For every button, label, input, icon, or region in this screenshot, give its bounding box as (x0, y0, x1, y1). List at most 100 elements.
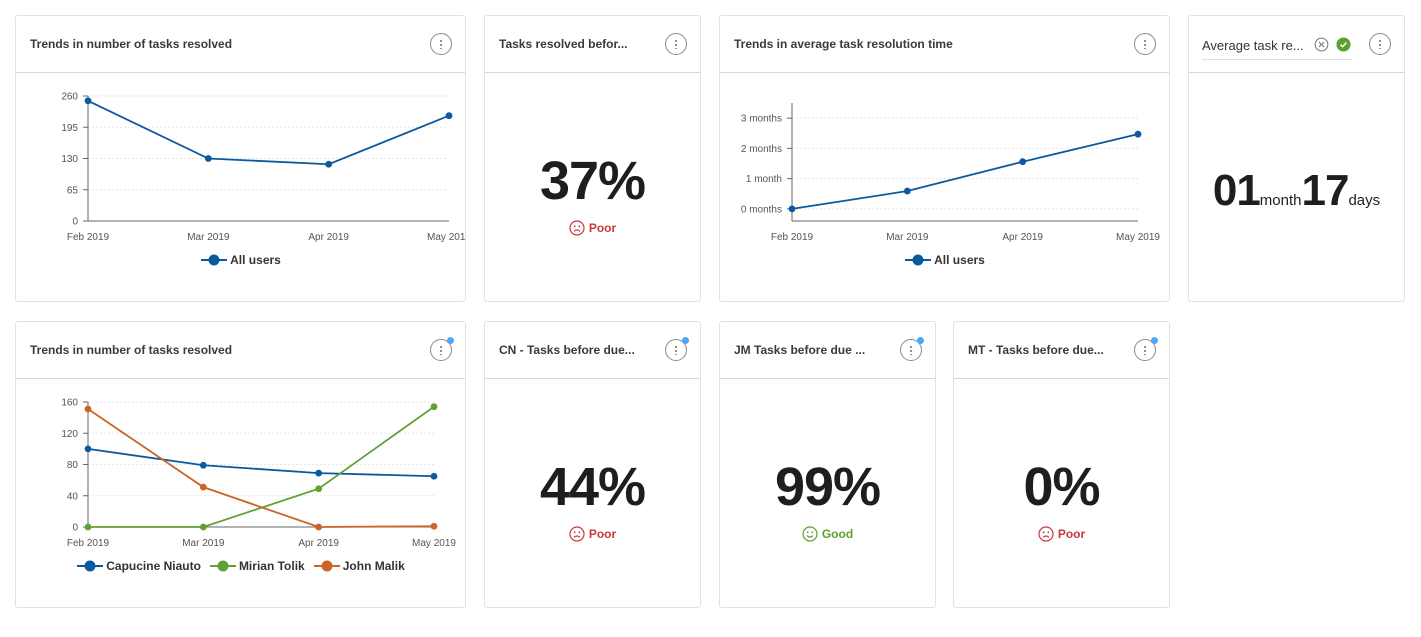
widget-jm-tasks: JM Tasks before due ... 99% Good (719, 321, 936, 608)
widget-menu-button[interactable] (430, 33, 452, 55)
sad-face-icon (569, 526, 585, 542)
duration-value: 01month17days (1189, 166, 1404, 216)
series-line (791, 133, 1139, 210)
notification-dot (447, 337, 454, 344)
widget-menu-button[interactable] (1134, 33, 1156, 55)
x-tick-label: Mar 2019 (886, 232, 929, 243)
kpi-value: 44% (539, 457, 646, 517)
data-point (430, 403, 438, 411)
widget-menu-button[interactable] (665, 33, 687, 55)
data-point (199, 523, 207, 531)
widget-menu-button[interactable] (900, 337, 924, 361)
widget-title: JM Tasks before due ... (734, 343, 866, 357)
title-input-text[interactable]: Average task re... (1202, 38, 1304, 53)
legend-label: Capucine Niauto (106, 558, 201, 573)
y-tick-label: 0 (72, 217, 78, 228)
circle-x-icon[interactable] (1314, 37, 1329, 52)
widget-cn-tasks: CN - Tasks before due... 44% Poor (484, 321, 701, 608)
more-vertical-icon (910, 345, 912, 355)
y-tick-label: 1 month (746, 174, 782, 185)
data-point (430, 472, 438, 480)
data-point (903, 187, 911, 195)
y-tick-label: 0 (72, 523, 78, 534)
widget-avg-resolution: Average task re... 01month17days (1188, 15, 1405, 302)
series-line (87, 99, 450, 166)
x-tick-label: Mar 2019 (182, 538, 225, 549)
widget-tasks-resolved-trend: Trends in number of tasks resolved 0 65 13… (15, 15, 466, 302)
days-value: 17 (1301, 166, 1350, 215)
y-tick-label: 40 (67, 491, 79, 502)
y-tick-label: 80 (67, 460, 79, 471)
x-tick-label: May 2019 (427, 232, 465, 243)
widget-menu-button[interactable] (1369, 33, 1391, 55)
series-line (87, 447, 435, 478)
y-tick-label: 160 (61, 398, 78, 409)
notification-dot (1151, 337, 1158, 344)
widget-title: Tasks resolved befor... (499, 37, 628, 51)
kpi-status-label: Poor (1057, 527, 1086, 541)
widget-header: Trends in average task resolution time (720, 16, 1169, 73)
days-unit: days (1348, 192, 1381, 209)
months-value: 01 (1212, 166, 1261, 215)
data-point (315, 469, 323, 477)
widget-menu-button[interactable] (665, 337, 689, 361)
more-vertical-icon (1144, 345, 1146, 355)
kpi-status-label: Poor (588, 221, 617, 235)
data-point (325, 160, 333, 168)
data-point (430, 522, 438, 530)
chart-legend: Capucine Niauto Mirian Tolik John Malik (16, 558, 465, 573)
widget-menu-button[interactable] (430, 337, 454, 361)
widget-mt-tasks: MT - Tasks before due... 0% Poor (953, 321, 1170, 608)
kpi-status-label: Good (821, 527, 854, 541)
data-point (84, 523, 92, 531)
x-tick-label: Apr 2019 (298, 538, 339, 549)
check-circle-icon[interactable] (1336, 37, 1351, 52)
y-tick-label: 120 (61, 429, 78, 440)
chart-legend: All users (720, 252, 1169, 267)
x-tick-label: Feb 2019 (67, 232, 110, 243)
data-point (315, 485, 323, 493)
more-vertical-icon (675, 345, 677, 355)
legend-item[interactable]: John Malik (313, 558, 405, 573)
widget-title: Trends in number of tasks resolved (30, 343, 233, 357)
series-line (87, 408, 435, 528)
more-vertical-icon (1144, 39, 1146, 49)
x-tick-label: Apr 2019 (1002, 232, 1043, 243)
legend-item[interactable]: All users (904, 252, 985, 267)
legend-marker-icon (201, 254, 228, 266)
widget-title: CN - Tasks before due... (499, 343, 635, 357)
kpi-value: 99% (774, 457, 881, 517)
legend-marker-icon (209, 560, 236, 572)
data-point (445, 112, 453, 120)
widget-menu-button[interactable] (1134, 337, 1158, 361)
x-tick-label: Apr 2019 (308, 232, 349, 243)
kpi-value: 37% (539, 151, 646, 211)
widget-title: MT - Tasks before due... (968, 343, 1104, 357)
data-point (199, 483, 207, 491)
legend-item[interactable]: Capucine Niauto (76, 558, 201, 573)
kpi-status: Good (720, 526, 935, 542)
legend-item[interactable]: Mirian Tolik (209, 558, 305, 573)
widget-tasks-by-user-trend: Trends in number of tasks resolved 0 40 80… (15, 321, 466, 608)
data-point (315, 523, 323, 531)
notification-dot (682, 337, 689, 344)
legend-item[interactable]: All users (200, 252, 281, 267)
sad-face-icon (569, 220, 585, 236)
widget-header: Tasks resolved befor... (485, 16, 700, 73)
kpi-status-label: Poor (588, 527, 617, 541)
widget-header: Trends in number of tasks resolved (16, 322, 465, 379)
y-tick-label: 2 months (741, 144, 782, 155)
widget-header: CN - Tasks before due... (485, 322, 700, 379)
widget-avg-resolution-trend: Trends in average task resolution time 0… (719, 15, 1170, 302)
widget-header: MT - Tasks before due... (954, 322, 1169, 379)
x-tick-label: Feb 2019 (771, 232, 814, 243)
more-vertical-icon (1379, 39, 1381, 49)
legend-label: All users (934, 252, 985, 267)
months-unit: month (1259, 192, 1302, 209)
y-tick-label: 195 (61, 123, 78, 134)
widget-title: Trends in number of tasks resolved (30, 37, 233, 51)
data-point (204, 155, 212, 162)
title-edit-field[interactable]: Average task re... (1202, 36, 1352, 60)
legend-marker-icon (313, 560, 340, 572)
y-tick-label: 0 months (741, 204, 782, 215)
